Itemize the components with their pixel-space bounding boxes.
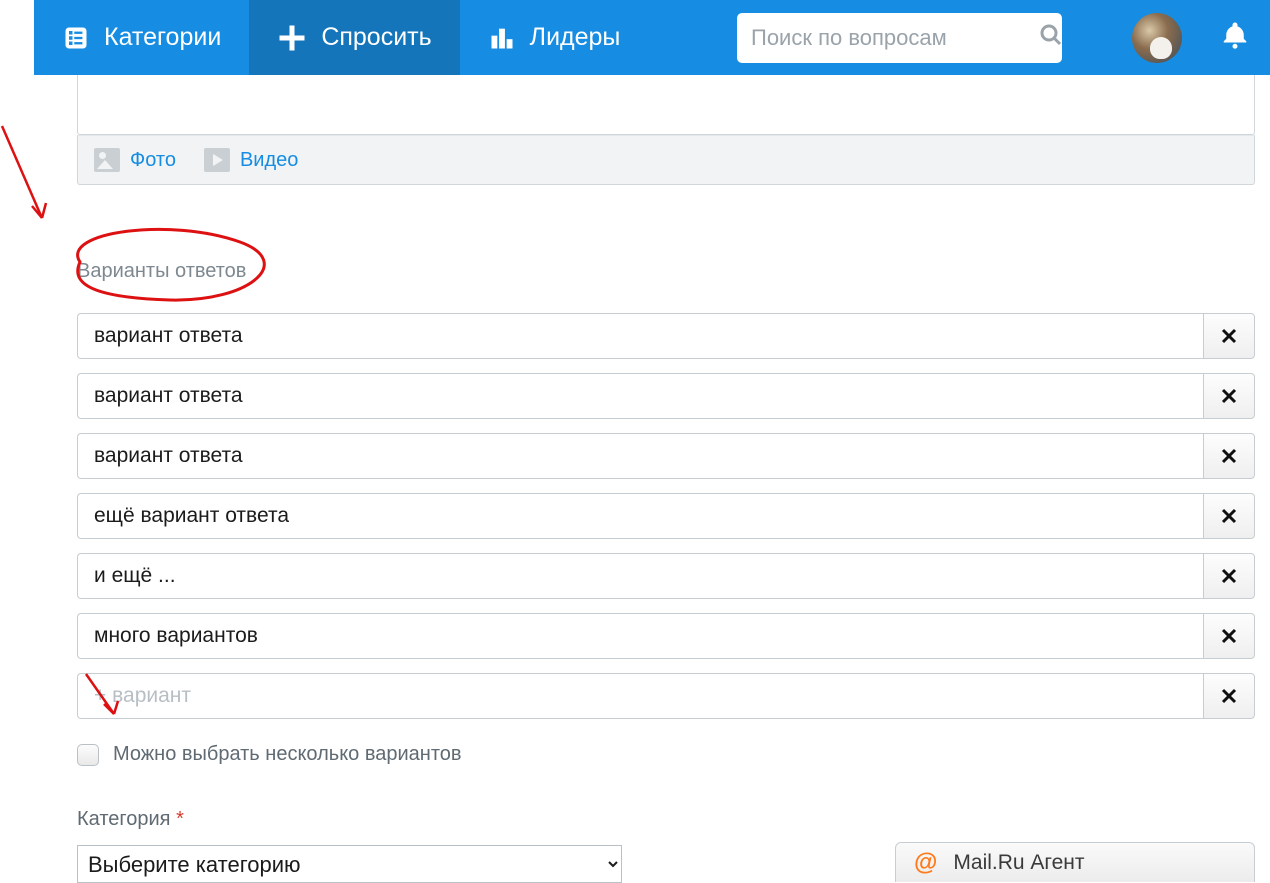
top-nav: Категории Спросить Лидеры	[34, 0, 1270, 75]
close-icon	[1221, 568, 1237, 584]
nav-ask-label: Спросить	[321, 23, 431, 52]
multiselect-checkbox[interactable]	[77, 744, 99, 766]
category-label-text: Категория	[77, 808, 171, 830]
multiselect-label: Можно выбрать несколько вариантов	[113, 743, 462, 766]
video-icon	[204, 148, 230, 172]
avatar[interactable]	[1132, 13, 1182, 63]
multiselect-row: Можно выбрать несколько вариантов	[77, 743, 1255, 766]
remove-option-button[interactable]	[1203, 673, 1255, 719]
attach-video-button[interactable]: Видео	[204, 148, 298, 172]
remove-option-button[interactable]	[1203, 373, 1255, 419]
answer-option-input[interactable]	[77, 553, 1203, 599]
notifications-icon[interactable]	[1220, 20, 1250, 55]
remove-option-button[interactable]	[1203, 433, 1255, 479]
answer-option-row	[77, 313, 1255, 359]
search-box[interactable]	[737, 13, 1062, 63]
content-area: Фото Видео Варианты ответов Можно выбрат…	[77, 75, 1255, 883]
mailru-agent-bar[interactable]: @ Mail.Ru Агент	[895, 842, 1255, 882]
nav-leaders-label: Лидеры	[530, 23, 621, 52]
close-icon	[1221, 388, 1237, 404]
answer-option-input[interactable]	[77, 313, 1203, 359]
search-input[interactable]	[751, 25, 1039, 51]
close-icon	[1221, 448, 1237, 464]
photo-icon	[94, 148, 120, 172]
answer-option-input[interactable]	[77, 673, 1203, 719]
categories-icon	[62, 24, 90, 52]
nav-ask[interactable]: Спросить	[249, 0, 459, 75]
answer-option-row	[77, 673, 1255, 719]
answer-option-input[interactable]	[77, 613, 1203, 659]
bars-icon	[488, 24, 516, 52]
plus-icon	[277, 23, 307, 53]
nav-categories-label: Категории	[104, 23, 221, 52]
close-icon	[1221, 628, 1237, 644]
close-icon	[1221, 508, 1237, 524]
category-label: Категория *	[77, 808, 1255, 831]
attach-photo-button[interactable]: Фото	[94, 148, 176, 172]
attach-photo-label: Фото	[130, 149, 176, 172]
answer-options-list	[77, 313, 1255, 719]
remove-option-button[interactable]	[1203, 313, 1255, 359]
close-icon	[1221, 328, 1237, 344]
page-left-gutter	[0, 0, 34, 882]
media-toolbar: Фото Видео	[77, 135, 1255, 185]
nav-leaders[interactable]: Лидеры	[460, 0, 649, 75]
answer-option-input[interactable]	[77, 433, 1203, 479]
at-icon: @	[914, 849, 937, 877]
answer-option-row	[77, 493, 1255, 539]
remove-option-button[interactable]	[1203, 553, 1255, 599]
answer-options-heading: Варианты ответов	[77, 260, 1255, 283]
answer-option-row	[77, 433, 1255, 479]
remove-option-button[interactable]	[1203, 613, 1255, 659]
category-select[interactable]: Выберите категорию	[77, 845, 622, 883]
answer-option-row	[77, 613, 1255, 659]
required-mark: *	[176, 808, 184, 830]
close-icon	[1221, 688, 1237, 704]
attach-video-label: Видео	[240, 149, 298, 172]
search-wrap	[737, 0, 1270, 75]
remove-option-button[interactable]	[1203, 493, 1255, 539]
answer-option-row	[77, 373, 1255, 419]
answer-option-input[interactable]	[77, 373, 1203, 419]
search-icon[interactable]	[1039, 23, 1063, 52]
answer-option-input[interactable]	[77, 493, 1203, 539]
nav-categories[interactable]: Категории	[34, 0, 249, 75]
mailru-agent-label: Mail.Ru Агент	[953, 851, 1084, 875]
answer-option-row	[77, 553, 1255, 599]
question-body-area[interactable]	[77, 75, 1255, 135]
